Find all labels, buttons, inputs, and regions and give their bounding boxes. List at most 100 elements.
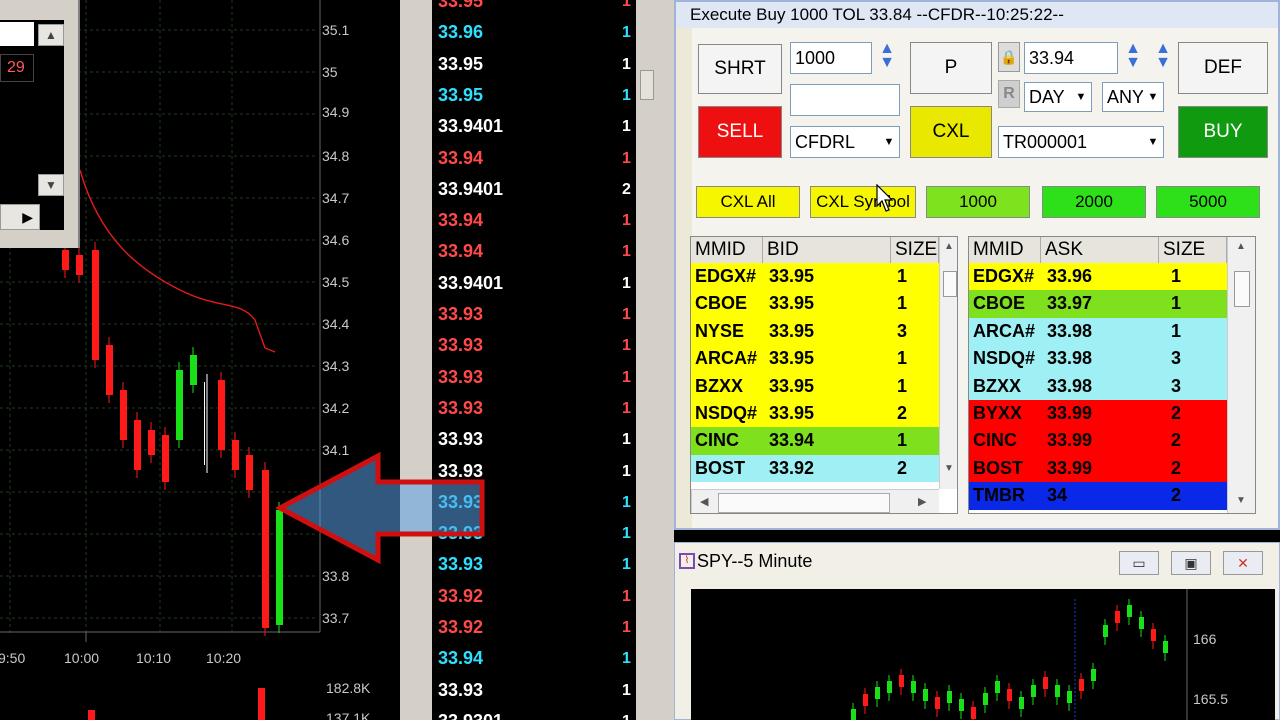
scroll-left-icon[interactable]: ◀ xyxy=(700,495,708,508)
spy-chart[interactable]: 166 165.5 xyxy=(691,589,1275,720)
minimize-icon[interactable]: ▭ xyxy=(1119,551,1159,575)
book-row[interactable]: CBOE 33.95 1 xyxy=(691,290,939,318)
book-row[interactable]: CINC 33.99 2 xyxy=(969,427,1227,455)
book-row[interactable]: NYSE 33.95 3 xyxy=(691,317,939,346)
bid-header-mmid[interactable]: MMID xyxy=(691,237,763,263)
ask-header-size[interactable]: SIZE xyxy=(1159,237,1227,263)
quantity-spin-icon[interactable]: ▲ ▼ xyxy=(874,41,900,74)
price-spin-2-icon[interactable]: ▲ ▼ xyxy=(1150,41,1176,74)
scrollbar-thumb[interactable] xyxy=(943,271,957,297)
scrollbar-thumb[interactable] xyxy=(640,70,654,100)
candle-body xyxy=(106,345,113,395)
book-row[interactable]: NSDQ# 33.98 3 xyxy=(969,345,1227,373)
ask-header-mmid[interactable]: MMID xyxy=(969,237,1041,263)
sell-button[interactable]: SELL xyxy=(698,106,782,158)
bid-header-price[interactable]: BID xyxy=(763,237,891,263)
quantity-input[interactable]: 1000 xyxy=(790,42,872,74)
order-status-title: Execute Buy 1000 TOL 33.84 --CFDR--10:25… xyxy=(676,2,1278,28)
scroll-down-icon[interactable]: ▼ xyxy=(38,174,64,196)
book-row[interactable]: BZXX 33.98 3 xyxy=(969,372,1227,401)
book-row[interactable]: TMBR 34 2 xyxy=(969,482,1227,510)
scroll-right-icon[interactable]: ▶ xyxy=(0,204,40,230)
book-row[interactable]: CINC 33.94 1 xyxy=(691,427,939,455)
trade-size: 1 xyxy=(622,525,631,543)
chevron-down-icon[interactable]: ▼ xyxy=(1071,83,1091,111)
trade-size: 1 xyxy=(622,306,631,323)
trade-size: 1 xyxy=(622,55,631,73)
spy-candle-body xyxy=(971,707,976,719)
bid-horizontal-scrollbar[interactable]: ◀ ▶ xyxy=(691,489,939,513)
price-spin-icon[interactable]: ▲ ▼ xyxy=(1120,41,1146,74)
scroll-up-icon[interactable]: ▲ xyxy=(944,241,954,252)
ask-vertical-scrollbar[interactable]: ▲ ▼ xyxy=(1227,237,1255,513)
book-row[interactable]: BOST 33.92 2 xyxy=(691,454,939,483)
spy-candle-body xyxy=(863,694,868,706)
splitter[interactable] xyxy=(400,0,432,720)
chevron-down-icon[interactable]: ▼ xyxy=(1143,127,1163,157)
order-type-select[interactable]: ANY ▼ xyxy=(1102,82,1164,112)
scrollbar-thumb[interactable] xyxy=(718,493,890,513)
short-button[interactable]: SHRT xyxy=(698,44,782,94)
book-row[interactable]: ARCA# 33.98 1 xyxy=(969,317,1227,346)
r-toggle[interactable]: R xyxy=(998,80,1020,108)
book-row[interactable]: EDGX# 33.95 1 xyxy=(691,263,939,291)
screen: 35.1 35 34.9 34.8 34.7 34.6 34.5 34.4 34.3 34.2 34… xyxy=(0,0,1280,720)
tif-select[interactable]: DAY ▼ xyxy=(1024,82,1092,112)
chevron-down-icon[interactable]: ▼ xyxy=(879,127,899,157)
y-tick: 34.8 xyxy=(322,148,350,164)
candle-body xyxy=(190,355,197,385)
y-tick: 34.4 xyxy=(322,316,350,332)
quantity-2000-button[interactable]: 2000 xyxy=(1042,186,1146,218)
bid-header-size[interactable]: SIZE xyxy=(891,237,939,263)
quantity-5000-button[interactable]: 5000 xyxy=(1156,186,1260,218)
book-size: 2 xyxy=(1171,457,1182,478)
scroll-down-icon[interactable]: ▼ xyxy=(944,463,954,474)
ask-book: MMID ASK SIZE EDGX# 33.96 1 CBOE 33.97 1 ARCA#… xyxy=(968,236,1256,514)
price-chart[interactable]: 35.1 35 34.9 34.8 34.7 34.6 34.5 34.4 34.3 34.2 34… xyxy=(0,0,400,720)
cancel-button[interactable]: CXL xyxy=(910,106,992,158)
scroll-up-icon[interactable]: ▲ xyxy=(38,24,64,46)
route-select[interactable]: CFDRL ▼ xyxy=(790,126,900,158)
time-and-sales-scrollbar[interactable] xyxy=(636,0,658,720)
account-select[interactable]: TR000001 ▼ xyxy=(998,126,1164,158)
quantity-1000-button[interactable]: 1000 xyxy=(926,186,1030,218)
trade-size: 2 xyxy=(622,180,631,198)
maximize-icon[interactable]: ▣ xyxy=(1171,551,1211,575)
book-row[interactable]: NSDQ# 33.95 2 xyxy=(691,400,939,428)
scrollbar-thumb[interactable] xyxy=(1234,271,1250,307)
book-row[interactable]: BZXX 33.95 1 xyxy=(691,372,939,401)
book-size: 1 xyxy=(1171,320,1182,341)
default-button[interactable]: DEF xyxy=(1178,42,1268,94)
ask-header-price[interactable]: ASK xyxy=(1041,237,1159,263)
cancel-symbol-button[interactable]: CXL Symbol xyxy=(810,186,916,218)
buy-button[interactable]: BUY xyxy=(1178,106,1268,158)
book-row[interactable]: BOST 33.99 2 xyxy=(969,454,1227,483)
blank-input[interactable] xyxy=(790,84,900,116)
trade-size: 1 xyxy=(622,493,631,511)
candle-body xyxy=(92,250,99,360)
book-row[interactable]: BYXX 33.99 2 xyxy=(969,400,1227,428)
book-size: 2 xyxy=(1171,485,1182,506)
p-button[interactable]: P xyxy=(910,42,992,94)
cancel-all-button[interactable]: CXL All xyxy=(696,186,800,218)
scroll-up-icon[interactable]: ▲ xyxy=(1236,241,1246,252)
book-price: 33.95 xyxy=(769,266,815,286)
book-row[interactable]: EDGX# 33.96 1 xyxy=(969,263,1227,291)
scroll-right-icon[interactable]: ▶ xyxy=(918,495,926,508)
trade-price: 33.93 xyxy=(438,429,484,450)
price-input[interactable]: 33.94 xyxy=(1024,42,1118,74)
mini-window-field[interactable] xyxy=(0,22,34,46)
bid-vertical-scrollbar[interactable]: ▲ ▼ xyxy=(939,237,957,489)
mini-window[interactable]: 29 ▲ ▼ ▶ xyxy=(0,0,80,248)
book-row[interactable]: ARCA# 33.95 1 xyxy=(691,345,939,373)
lock-icon[interactable]: 🔒 xyxy=(998,42,1020,72)
trade-price: 33.9301 xyxy=(438,706,503,720)
mini-window-body xyxy=(0,20,64,230)
book-price: 33.99 xyxy=(1047,403,1093,423)
chevron-down-icon[interactable]: ▼ xyxy=(1143,83,1163,111)
book-row[interactable]: CBOE 33.97 1 xyxy=(969,290,1227,318)
candle-body xyxy=(176,370,183,440)
scroll-down-icon[interactable]: ▼ xyxy=(1236,495,1246,506)
close-icon[interactable]: ✕ xyxy=(1223,551,1263,575)
spy-candle-body xyxy=(1103,625,1108,637)
